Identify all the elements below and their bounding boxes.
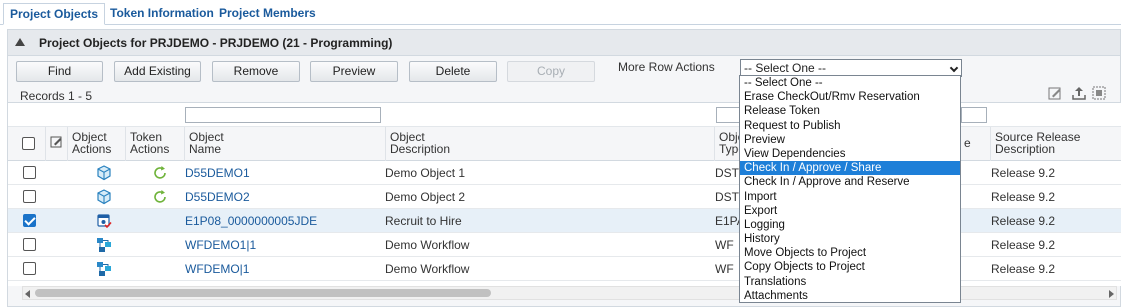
edit-column-header [45,127,67,161]
object-description-header[interactable]: Object Description [385,127,714,161]
dropdown-option[interactable]: Attachments [740,289,960,303]
object-description: Demo Workflow [385,238,470,252]
panel-title: Project Objects for PRJDEMO - PRJDEMO (2… [39,36,393,50]
scroll-right-icon[interactable] [1109,290,1114,298]
dropdown-option[interactable]: Copy Objects to Project [740,260,960,274]
dropdown-option[interactable]: -- Select One -- [740,76,960,90]
dropdown-option[interactable]: Check In / Approve and Reserve [740,175,960,189]
dropdown-option[interactable]: Translations [740,275,960,289]
object-actions-header-line2: Actions [72,142,112,156]
hidden-col-filter-input[interactable] [961,107,987,123]
source-release-header[interactable]: Source Release Description [990,127,1121,161]
tab-bar: Project Objects Token Information Projec… [0,0,1121,25]
scroll-left-icon[interactable] [25,290,30,298]
edit-grid-icon[interactable] [1047,85,1063,101]
cube-icon[interactable] [96,189,112,205]
find-button[interactable]: Find [16,61,103,82]
dropdown-option[interactable]: Erase CheckOut/Rmv Reservation [740,90,960,104]
dropdown-option[interactable]: View Dependencies [740,147,960,161]
object-description-header-line2: Description [390,142,451,156]
row-checkbox[interactable] [23,214,36,227]
source-release: Release 9.2 [991,190,1056,204]
dropdown-option[interactable]: Export [740,204,960,218]
object-name-filter-input[interactable] [185,107,381,123]
cube-icon[interactable] [96,165,112,181]
refresh-icon[interactable] [152,189,168,205]
source-release: Release 9.2 [991,262,1056,276]
object-description: Demo Object 1 [385,166,466,180]
dropdown-option[interactable]: Preview [740,133,960,147]
source-release: Release 9.2 [991,238,1056,252]
row-actions-dropdown-list: -- Select One -- Erase CheckOut/Rmv Reser… [739,75,961,303]
dropdown-option[interactable]: Move Objects to Project [740,246,960,260]
object-name-link[interactable]: E1P08_0000000005JDE [185,209,385,233]
scrollbar-thumb[interactable] [35,289,491,297]
row-checkbox[interactable] [23,238,36,251]
dropdown-option[interactable]: Check In / Approve / Share [740,161,960,176]
workflow-icon[interactable] [96,261,112,277]
chevron-down-icon [949,63,959,73]
tab-token-information[interactable]: Token Information [104,3,220,25]
object-description: Recruit to Hire [385,214,462,228]
row-actions-select-value: -- Select One -- [744,61,827,75]
object-description: Demo Object 2 [385,190,466,204]
maximize-icon[interactable] [1091,85,1107,101]
panel-header: Project Objects for PRJDEMO - PRJDEMO (2… [8,30,1120,56]
dropdown-option[interactable]: Logging [740,218,960,232]
app-checked-icon[interactable] [96,213,112,229]
remove-button[interactable]: Remove [212,61,300,82]
dropdown-option[interactable]: Import [740,190,960,204]
source-release: Release 9.2 [991,166,1056,180]
refresh-icon[interactable] [152,165,168,181]
object-name-link[interactable]: D55DEMO2 [185,185,385,209]
tab-project-objects[interactable]: Project Objects [3,3,106,25]
object-actions-header[interactable]: Object Actions [67,127,125,161]
copy-button[interactable]: Copy [507,61,595,82]
hidden-column-header-fragment: e [964,136,971,150]
preview-button[interactable]: Preview [310,61,398,82]
source-release-header-line2: Description [995,142,1056,156]
object-name-link[interactable]: D55DEMO1 [185,161,385,185]
select-all-header [8,127,45,161]
workflow-icon[interactable] [96,237,112,253]
row-checkbox[interactable] [23,262,36,275]
export-icon[interactable] [1071,85,1087,101]
records-count: Records 1 - 5 [20,89,93,103]
object-name-header[interactable]: Object Name [184,127,385,161]
object-name-link[interactable]: WFDEMO1|1 [185,233,385,257]
object-description: Demo Workflow [385,262,470,276]
select-all-checkbox[interactable] [22,137,35,150]
dropdown-option[interactable]: Release Token [740,104,960,118]
edit-icon [50,136,62,148]
delete-button[interactable]: Delete [409,61,497,82]
token-actions-header[interactable]: Token Actions [125,127,184,161]
collapse-icon[interactable] [15,38,25,46]
dropdown-option[interactable]: Request to Publish [740,119,960,133]
add-existing-button[interactable]: Add Existing [114,61,201,82]
object-name-header-line2: Name [189,142,222,156]
row-checkbox[interactable] [23,190,36,203]
more-row-actions-label: More Row Actions [618,60,715,74]
source-release: Release 9.2 [991,214,1056,228]
dropdown-option[interactable]: History [740,232,960,246]
token-actions-header-line2: Actions [130,142,170,156]
row-checkbox[interactable] [23,166,36,179]
object-name-link[interactable]: WFDEMO|1 [185,257,385,281]
tab-project-members[interactable]: Project Members [213,3,322,25]
